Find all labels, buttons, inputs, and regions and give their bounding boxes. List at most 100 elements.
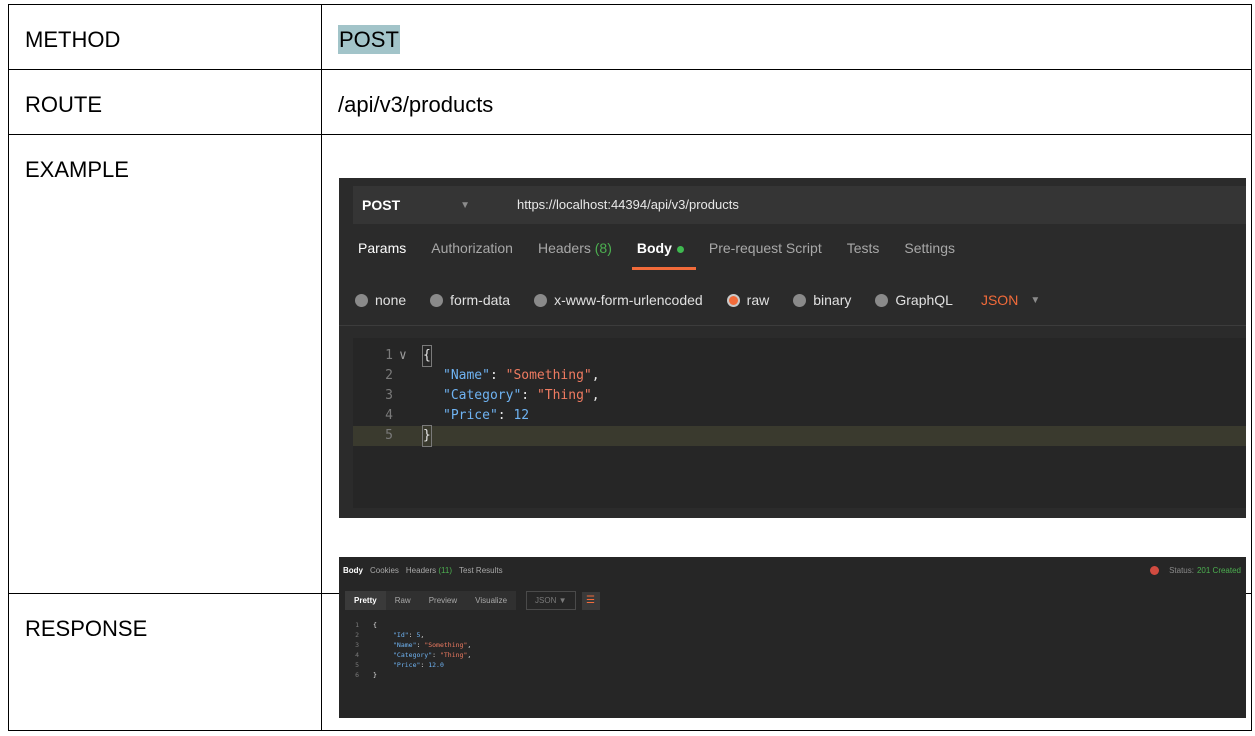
method-value: POST: [338, 25, 400, 54]
code-brace: {: [373, 621, 377, 629]
view-raw[interactable]: Raw: [385, 591, 420, 610]
option-label: GraphQL: [895, 292, 953, 308]
tab-test-results[interactable]: Test Results: [459, 566, 503, 575]
method-value-cell: POST: [321, 4, 1252, 70]
option-label: x-www-form-urlencoded: [554, 292, 703, 308]
json-key: "Id": [393, 631, 409, 639]
code-text: "Name": "Something",: [393, 641, 472, 649]
response-label-cell: RESPONSE: [8, 593, 322, 731]
tab-tests[interactable]: Tests: [847, 240, 880, 270]
status-label: Status:: [1169, 566, 1194, 575]
code-brace: }: [422, 425, 432, 447]
tab-body-label: Body: [636, 240, 672, 256]
code-line: 3 "Category": "Thing",: [353, 386, 1246, 406]
line-number: 5: [385, 428, 393, 443]
method-label: METHOD: [25, 27, 121, 52]
wrap-lines-icon[interactable]: ☰: [581, 591, 600, 610]
radio-icon: [875, 293, 889, 307]
tab-cookies[interactable]: Cookies: [370, 566, 399, 575]
json-value: 5: [416, 631, 421, 639]
headers-count: (8): [594, 240, 612, 256]
code-text: "Name": "Something",: [443, 368, 600, 383]
option-form-data[interactable]: form-data: [430, 292, 510, 308]
json-value: "Thing": [439, 651, 468, 659]
json-value: "Something": [424, 641, 468, 649]
code-text: "Category": "Thing",: [443, 388, 600, 403]
tab-label: Headers: [405, 566, 437, 575]
line-number: 4: [385, 408, 393, 423]
code-brace: }: [373, 671, 377, 679]
fold-chevron-icon[interactable]: ∨: [399, 346, 407, 366]
line-number: 6: [355, 671, 359, 679]
option-binary[interactable]: binary: [793, 292, 851, 308]
line-number: 1: [385, 348, 393, 363]
line-number: 2: [385, 368, 393, 383]
response-view-bar: Pretty Raw Preview Visualize JSON ▼ ☰: [345, 591, 600, 610]
tab-headers[interactable]: Headers (8): [538, 240, 612, 270]
json-value: "Thing": [536, 388, 592, 403]
tab-pre-request-script[interactable]: Pre-request Script: [709, 240, 822, 270]
code-text: "Category": "Thing",: [393, 651, 472, 659]
tab-response-body[interactable]: Body: [343, 566, 363, 575]
chevron-down-icon: ▼: [460, 199, 471, 211]
code-line-current: 5 }: [353, 425, 1246, 447]
route-value: /api/v3/products: [338, 92, 494, 117]
method-dropdown[interactable]: POST ▼: [353, 186, 503, 224]
method-label-cell: METHOD: [8, 4, 322, 70]
json-key: "Category": [443, 388, 522, 403]
response-label: RESPONSE: [25, 616, 148, 641]
tab-params[interactable]: Params: [358, 240, 406, 270]
tab-settings[interactable]: Settings: [904, 240, 955, 270]
url-input[interactable]: https://localhost:44394/api/v3/products: [517, 186, 739, 224]
response-format-dropdown[interactable]: JSON ▼: [526, 591, 576, 610]
option-label: form-data: [450, 292, 511, 308]
radio-icon: [534, 293, 548, 307]
body-type-options: none form-data x-www-form-urlencoded raw…: [355, 292, 1040, 308]
json-key: "Category": [393, 651, 433, 659]
response-screenshot: Body Cookies Headers (11) Test Results S…: [339, 557, 1246, 718]
json-key: "Price": [393, 661, 421, 669]
code-line: 1 ∨ {: [353, 345, 1246, 367]
code-line: 4 "Price": 12: [353, 406, 1246, 426]
code-line: 2 "Name": "Something",: [353, 366, 1246, 386]
option-label: raw: [746, 292, 770, 308]
view-preview[interactable]: Preview: [419, 591, 467, 610]
request-screenshot: POST ▼ https://localhost:44394/api/v3/pr…: [339, 178, 1246, 518]
route-label: ROUTE: [25, 92, 102, 117]
option-x-www-form-urlencoded[interactable]: x-www-form-urlencoded: [534, 292, 703, 308]
response-status: Status: 201 Created: [1150, 566, 1241, 575]
code-text: "Price": 12: [443, 408, 530, 423]
json-value: "Something": [505, 368, 592, 383]
json-key: "Name": [443, 368, 490, 383]
headers-count: (11): [438, 566, 453, 575]
route-label-cell: ROUTE: [8, 69, 322, 135]
tab-headers-label: Headers: [537, 240, 591, 256]
status-value: 201 Created: [1196, 566, 1241, 575]
example-label-cell: EXAMPLE: [8, 134, 322, 594]
option-graphql[interactable]: GraphQL: [875, 292, 953, 308]
tab-body[interactable]: Body: [631, 240, 696, 270]
view-pretty[interactable]: Pretty: [345, 591, 386, 610]
body-indicator-dot: [676, 245, 684, 253]
format-label: JSON: [535, 596, 557, 605]
option-raw[interactable]: raw: [726, 292, 770, 308]
code-brace: {: [422, 345, 432, 367]
method-dropdown-value: POST: [362, 197, 401, 213]
json-key: "Price": [443, 408, 498, 423]
option-none[interactable]: none: [355, 292, 406, 308]
view-visualize[interactable]: Visualize: [466, 591, 517, 610]
globe-icon: [1150, 566, 1160, 575]
tab-response-headers[interactable]: Headers (11): [406, 566, 452, 575]
radio-icon: [430, 293, 444, 307]
method-row: METHOD POST: [8, 4, 1252, 70]
radio-selected-icon: [726, 293, 740, 307]
json-value: 12: [513, 408, 530, 423]
request-tabs: Params Authorization Headers (8) Body Pr…: [358, 240, 980, 270]
code-text: "Id": 5,: [393, 631, 425, 639]
format-dropdown[interactable]: JSON: [981, 292, 1018, 308]
line-number: 4: [355, 651, 359, 659]
request-body-editor[interactable]: 1 ∨ { 2 "Name": "Something", 3 "Category…: [353, 338, 1246, 508]
tab-authorization[interactable]: Authorization: [431, 240, 513, 270]
chevron-down-icon: ▼: [558, 596, 567, 605]
route-row: ROUTE /api/v3/products: [8, 69, 1252, 135]
